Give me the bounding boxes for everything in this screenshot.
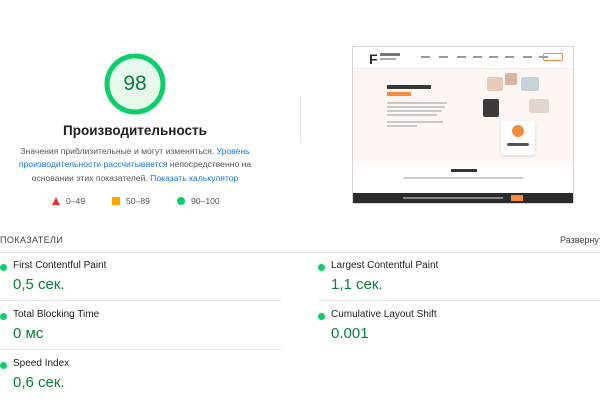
thumbnail-nav-link <box>457 56 466 58</box>
thumbnail-process-section <box>353 163 573 191</box>
metric-speed-index: Speed Index 0,6 сек. <box>0 357 280 400</box>
thumbnail-photo <box>483 99 499 117</box>
legend-item-pass: 90–100 <box>177 196 220 206</box>
thumbnail-logo-bar <box>380 58 396 60</box>
thumbnail-text-line <box>403 197 503 199</box>
metric-value: 0,6 сек. <box>13 374 65 391</box>
thumbnail-nav-link <box>523 56 532 58</box>
circle-pass-icon <box>318 264 325 271</box>
metric-label: First Contentful Paint <box>13 260 107 271</box>
thumbnail-cookie-bar <box>353 193 573 203</box>
thumbnail-heading-accent <box>387 92 411 96</box>
show-calculator-link[interactable]: Показать калькулятор <box>150 173 238 183</box>
thumbnail-photo <box>529 99 549 113</box>
thumbnail-text-line <box>387 102 447 104</box>
thumbnail-nav-link <box>489 56 498 58</box>
thumbnail-text-line <box>403 177 523 179</box>
thumbnail-photo <box>487 77 503 91</box>
metric-row-divider <box>0 300 282 301</box>
thumbnail-nav-link <box>439 56 448 58</box>
metric-row-divider <box>318 300 600 301</box>
metric-value: 1,1 сек. <box>331 276 383 293</box>
thumbnail-text-line <box>387 125 417 127</box>
metric-value: 0.001 <box>331 325 369 342</box>
thumbnail-nav-link <box>473 56 482 58</box>
score-description: Значения приблизительные и могут изменят… <box>0 145 270 185</box>
circle-pass-icon <box>177 197 185 205</box>
thumbnail-logo-bar <box>380 53 400 56</box>
metric-value: 0 мс <box>13 325 44 342</box>
metric-label: Total Blocking Time <box>13 309 100 320</box>
metrics-header: ПОКАЗАТЕЛИ <box>0 235 64 245</box>
metric-label: Speed Index <box>13 358 70 369</box>
performance-score-gauge: 98 <box>103 52 167 116</box>
thumbnail-section-title <box>451 169 477 172</box>
metric-row-divider <box>0 349 282 350</box>
page-screenshot-thumbnail[interactable]: F <box>352 46 574 204</box>
thumbnail-text-line <box>387 121 443 123</box>
thumbnail-text-line <box>387 110 442 112</box>
square-average-icon <box>112 197 120 205</box>
thumbnail-nav-link <box>421 56 430 58</box>
heart-icon <box>512 125 524 137</box>
circle-pass-icon <box>0 362 7 369</box>
metrics-divider <box>0 252 600 253</box>
legend-item-average: 50–89 <box>112 196 150 206</box>
description-text-1: Значения приблизительные и могут изменят… <box>20 146 215 156</box>
circle-pass-icon <box>318 313 325 320</box>
metric-label: Largest Contentful Paint <box>331 260 439 271</box>
metric-value: 0,5 сек. <box>13 276 65 293</box>
triangle-fail-icon <box>52 197 60 205</box>
score-value: 98 <box>123 72 147 95</box>
thumbnail-logo-icon: F <box>369 51 378 67</box>
thumbnail-nav-link <box>505 56 514 58</box>
legend-label: 50–89 <box>126 196 150 206</box>
legend-label: 90–100 <box>191 196 220 206</box>
legend-label: 0–49 <box>66 196 86 206</box>
thumbnail-navbar: F <box>353 47 573 69</box>
metric-largest-contentful-paint: Largest Contentful Paint 1,1 сек. <box>318 259 598 305</box>
thumbnail-text-line <box>387 114 437 116</box>
thumbnail-card-text <box>507 143 529 146</box>
metric-cumulative-layout-shift: Cumulative Layout Shift 0.001 <box>318 308 598 354</box>
score-title: Производительность <box>63 123 207 138</box>
vertical-divider <box>300 96 301 142</box>
thumbnail-card <box>501 121 535 155</box>
expand-metrics-toggle[interactable]: Развернуть <box>560 235 600 245</box>
thumbnail-nav-button <box>543 53 563 61</box>
circle-pass-icon <box>0 264 7 271</box>
score-legend: 0–49 50–89 90–100 <box>0 196 270 210</box>
thumbnail-photo <box>521 77 539 91</box>
metric-total-blocking-time: Total Blocking Time 0 мс <box>0 308 280 354</box>
metric-label: Cumulative Layout Shift <box>331 309 437 320</box>
thumbnail-cookie-button <box>511 195 523 201</box>
circle-pass-icon <box>0 313 7 320</box>
metric-first-contentful-paint: First Contentful Paint 0,5 сек. <box>0 259 280 305</box>
legend-item-fail: 0–49 <box>52 196 85 206</box>
thumbnail-photo <box>505 73 517 85</box>
thumbnail-heading <box>387 85 431 89</box>
thumbnail-text-line <box>387 106 445 108</box>
thumbnail-hero <box>353 69 573 163</box>
